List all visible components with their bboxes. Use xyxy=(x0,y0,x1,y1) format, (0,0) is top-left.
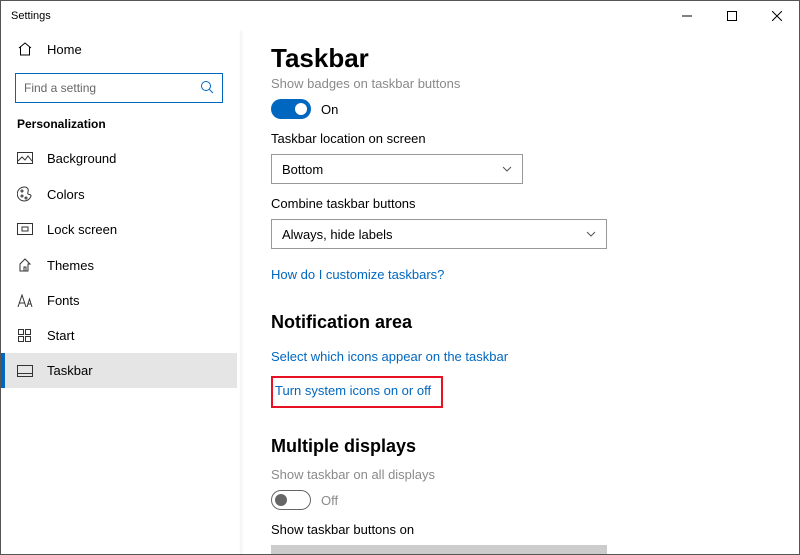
themes-icon xyxy=(17,257,33,273)
show-all-label: Show taskbar on all displays xyxy=(271,467,769,482)
badges-toggle-row: On xyxy=(271,99,769,119)
combine-dropdown[interactable]: Always, hide labels xyxy=(271,219,607,249)
maximize-icon xyxy=(727,11,737,21)
show-all-toggle-row: Off xyxy=(271,490,769,510)
select-icons-link[interactable]: Select which icons appear on the taskbar xyxy=(271,349,508,364)
show-all-toggle[interactable] xyxy=(271,490,311,510)
category-heading: Personalization xyxy=(1,113,237,141)
background-icon xyxy=(17,152,33,166)
toggle-knob xyxy=(295,103,307,115)
combine-label: Combine taskbar buttons xyxy=(271,196,769,211)
sidebar-item-label: Fonts xyxy=(47,293,80,308)
location-value: Bottom xyxy=(282,162,323,177)
sidebar: Home Personalization Background Colors L… xyxy=(1,31,241,554)
badges-toggle-text: On xyxy=(321,102,338,117)
home-nav[interactable]: Home xyxy=(1,31,237,67)
close-icon xyxy=(772,11,782,21)
minimize-icon xyxy=(682,11,692,21)
system-icons-link[interactable]: Turn system icons on or off xyxy=(275,383,431,398)
highlight-annotation: Turn system icons on or off xyxy=(271,376,443,408)
start-icon xyxy=(17,329,33,343)
window-controls xyxy=(664,1,799,31)
chevron-down-icon xyxy=(586,228,596,240)
sidebar-item-start[interactable]: Start xyxy=(1,318,237,353)
chevron-down-icon xyxy=(502,163,512,175)
search-icon xyxy=(200,80,214,97)
sidebar-item-label: Colors xyxy=(47,187,85,202)
sidebar-item-taskbar[interactable]: Taskbar xyxy=(1,353,237,388)
search-box[interactable] xyxy=(15,73,223,103)
maximize-button[interactable] xyxy=(709,1,754,31)
sidebar-item-background[interactable]: Background xyxy=(1,141,237,176)
badges-label: Show badges on taskbar buttons xyxy=(271,76,769,91)
sidebar-item-lockscreen[interactable]: Lock screen xyxy=(1,212,237,247)
notification-heading: Notification area xyxy=(271,312,769,333)
show-buttons-dropdown: All taskbars xyxy=(271,545,607,554)
combine-value: Always, hide labels xyxy=(282,227,393,242)
minimize-button[interactable] xyxy=(664,1,709,31)
sidebar-item-label: Background xyxy=(47,151,116,166)
window-title: Settings xyxy=(11,10,51,22)
sidebar-item-label: Taskbar xyxy=(47,363,93,378)
sidebar-item-label: Start xyxy=(47,328,74,343)
sidebar-item-label: Lock screen xyxy=(47,222,117,237)
multiple-heading: Multiple displays xyxy=(271,436,769,457)
sidebar-item-label: Themes xyxy=(47,258,94,273)
badges-toggle[interactable] xyxy=(271,99,311,119)
location-label: Taskbar location on screen xyxy=(271,131,769,146)
show-buttons-label: Show taskbar buttons on xyxy=(271,522,769,537)
show-all-toggle-text: Off xyxy=(321,493,338,508)
taskbar-icon xyxy=(17,365,33,377)
show-buttons-value: All taskbars xyxy=(282,553,349,555)
search-input[interactable] xyxy=(24,81,200,95)
home-label: Home xyxy=(47,42,82,57)
colors-icon xyxy=(17,186,33,202)
sidebar-item-themes[interactable]: Themes xyxy=(1,247,237,283)
customize-link[interactable]: How do I customize taskbars? xyxy=(271,267,444,282)
location-dropdown[interactable]: Bottom xyxy=(271,154,523,184)
page-title: Taskbar xyxy=(271,43,769,74)
fonts-icon xyxy=(17,294,33,308)
titlebar: Settings xyxy=(1,1,799,31)
lockscreen-icon xyxy=(17,223,33,237)
sidebar-item-fonts[interactable]: Fonts xyxy=(1,283,237,318)
home-icon xyxy=(17,41,33,57)
toggle-knob xyxy=(275,494,287,506)
close-button[interactable] xyxy=(754,1,799,31)
sidebar-item-colors[interactable]: Colors xyxy=(1,176,237,212)
main-content: Taskbar Show badges on taskbar buttons O… xyxy=(241,31,799,554)
